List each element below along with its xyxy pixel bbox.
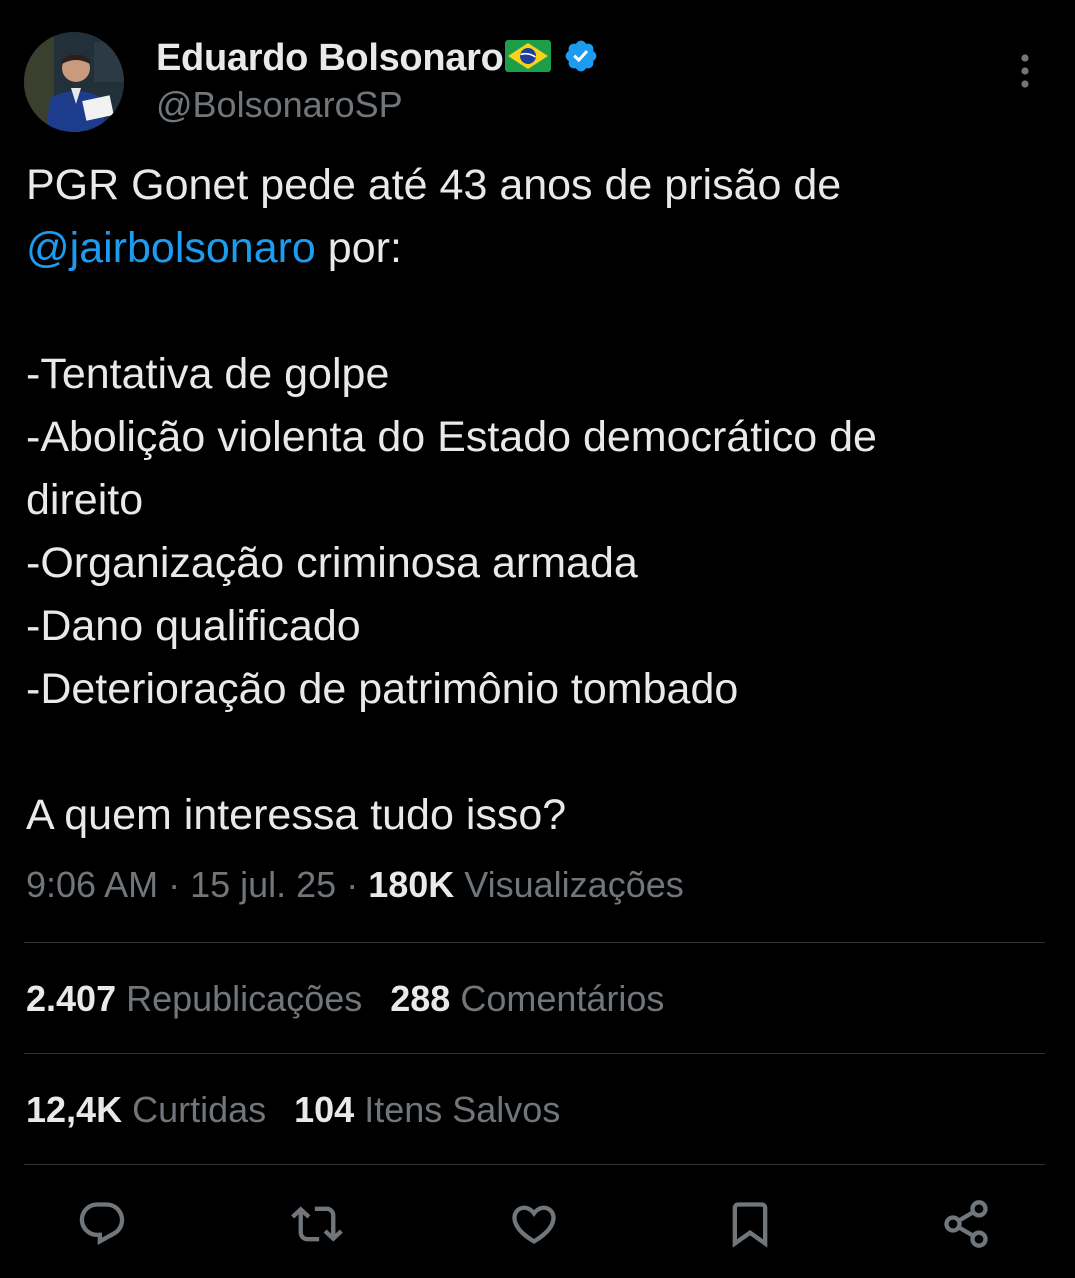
verified-badge-icon[interactable]	[563, 38, 599, 79]
views-count: 180K	[368, 864, 455, 905]
repost-icon	[291, 1206, 343, 1242]
stats-row-likes: 12,4K Curtidas 104 Itens Salvos	[26, 1089, 560, 1131]
bookmark-icon	[732, 1202, 768, 1248]
meta-separator: ·	[336, 864, 369, 905]
divider	[24, 1164, 1045, 1165]
tweet-line-rest: por:	[315, 224, 402, 272]
tweet-date[interactable]: 15 jul. 25	[190, 864, 336, 905]
likes-count: 12,4K	[26, 1089, 123, 1130]
mention-link[interactable]: @jairbolsonaro	[26, 224, 316, 272]
avatar[interactable]	[24, 32, 124, 132]
share-icon	[944, 1200, 988, 1248]
author-name[interactable]: Eduardo Bolsonaro	[156, 37, 504, 80]
tweet-closing: A quem interessa tudo isso?	[26, 791, 567, 839]
brazil-flag-icon	[505, 39, 552, 77]
likes-stat[interactable]: 12,4K Curtidas	[26, 1089, 266, 1130]
avatar-image	[24, 32, 124, 132]
tweet-list-item: -Abolição violenta do Estado democrático…	[26, 413, 877, 461]
author-handle[interactable]: @BolsonaroSP	[156, 84, 403, 126]
reply-icon	[79, 1202, 125, 1246]
comments-stat[interactable]: 288 Comentários	[390, 978, 664, 1019]
meta-separator: ·	[158, 864, 191, 905]
tweet-list-item: direito	[26, 476, 144, 524]
reply-button[interactable]	[76, 1198, 128, 1250]
tweet-list-item: -Tentativa de golpe	[26, 350, 390, 398]
more-options-icon[interactable]	[1006, 50, 1044, 92]
repost-button[interactable]	[291, 1198, 343, 1250]
tweet-list-item: -Deterioração de patrimônio tombado	[26, 665, 739, 713]
tweet-line: PGR Gonet pede até 43 anos de prisão de	[26, 161, 842, 209]
divider	[24, 1053, 1045, 1054]
saves-count: 104	[294, 1089, 355, 1130]
reposts-label: Republicações	[116, 978, 363, 1019]
saves-label: Itens Salvos	[354, 1089, 561, 1130]
like-icon	[512, 1205, 556, 1244]
reposts-count: 2.407	[26, 978, 117, 1019]
tweet-list-item: -Dano qualificado	[26, 602, 361, 650]
comments-label: Comentários	[450, 978, 665, 1019]
author-name-row[interactable]: Eduardo Bolsonaro	[156, 36, 599, 80]
comments-count: 288	[390, 978, 451, 1019]
views-label: Visualizações	[454, 864, 684, 905]
tweet-time[interactable]: 9:06 AM	[26, 864, 158, 905]
bookmark-button[interactable]	[724, 1198, 776, 1250]
likes-label: Curtidas	[122, 1089, 267, 1130]
tweet-line: @jairbolsonaro por:	[26, 217, 1046, 280]
divider	[24, 942, 1045, 943]
tweet-list-item: -Organização criminosa armada	[26, 539, 638, 587]
reposts-stat[interactable]: 2.407 Republicações	[26, 978, 362, 1019]
tweet-detail: Eduardo Bolsonaro @BolsonaroSP PGR Gonet…	[0, 0, 1075, 1278]
share-button[interactable]	[940, 1198, 992, 1250]
tweet-meta: 9:06 AM · 15 jul. 25 · 180K Visualizaçõe…	[26, 864, 684, 906]
tweet-text: PGR Gonet pede até 43 anos de prisão de …	[26, 154, 1046, 847]
stats-row-shares: 2.407 Republicações 288 Comentários	[26, 978, 664, 1020]
saves-stat[interactable]: 104 Itens Salvos	[294, 1089, 560, 1130]
like-button[interactable]	[508, 1198, 560, 1250]
